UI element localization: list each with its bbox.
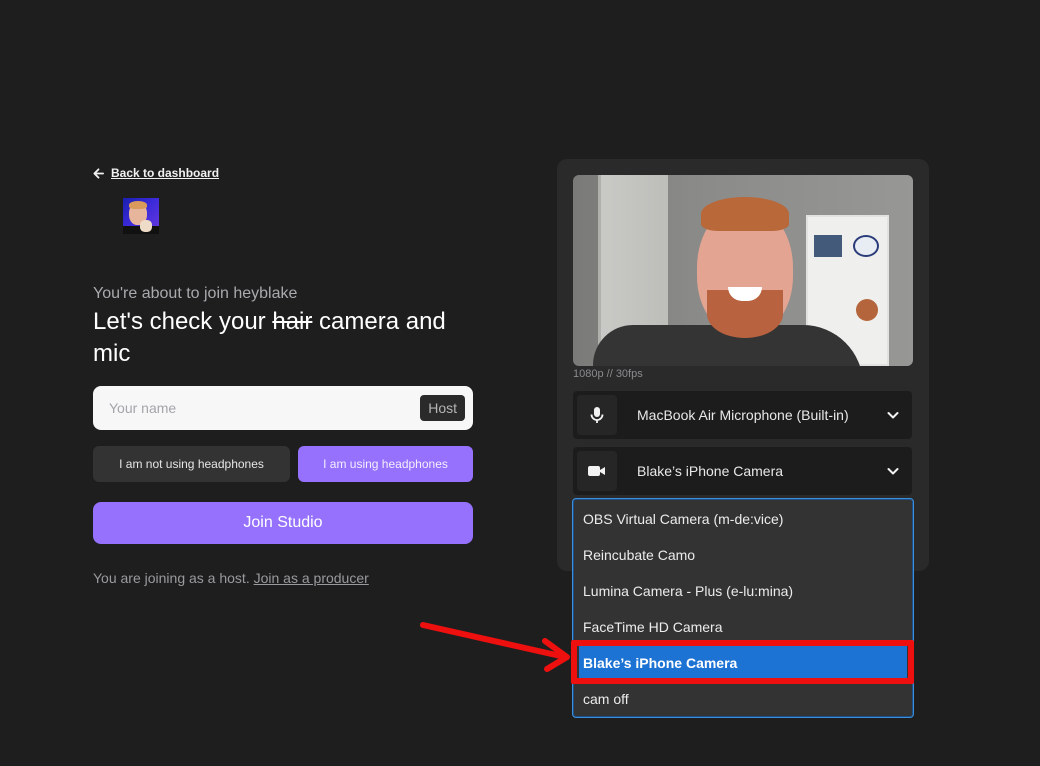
camera-preview-video (573, 175, 913, 366)
annotation-arrow-icon (420, 622, 570, 672)
camera-options-list[interactable]: OBS Virtual Camera (m-de:vice) Reincubate… (572, 498, 914, 718)
camera-option[interactable]: cam off (573, 681, 913, 717)
joining-note: You are joining as a host. Join as a pro… (93, 570, 369, 586)
using-headphones-button[interactable]: I am using headphones (298, 446, 473, 482)
microphone-icon (577, 395, 617, 435)
camera-option[interactable]: Reincubate Camo (573, 537, 913, 573)
chevron-down-icon (887, 412, 899, 419)
microphone-select[interactable]: MacBook Air Microphone (Built-in) (573, 391, 912, 439)
join-as-producer-link[interactable]: Join as a producer (254, 570, 369, 586)
name-input[interactable] (109, 400, 421, 416)
camera-select[interactable]: Blake’s iPhone Camera (573, 447, 912, 495)
page-title: Let's check your hair camera and mic (93, 306, 483, 370)
chevron-down-icon (887, 468, 899, 475)
camera-option[interactable]: OBS Virtual Camera (m-de:vice) (573, 501, 913, 537)
joining-note-text: You are joining as a host. (93, 570, 254, 586)
camera-option[interactable]: FaceTime HD Camera (573, 609, 913, 645)
camera-option-selected[interactable]: Blake’s iPhone Camera (579, 645, 907, 681)
back-to-dashboard-label: Back to dashboard (111, 166, 220, 180)
camera-option[interactable]: Lumina Camera - Plus (e-lu:mina) (573, 573, 913, 609)
role-badge: Host (420, 395, 465, 421)
avatar (123, 198, 159, 234)
video-resolution-label: 1080p // 30fps (573, 368, 643, 380)
microphone-select-value: MacBook Air Microphone (Built-in) (637, 407, 849, 423)
back-to-dashboard-link[interactable]: Back to dashboard (93, 166, 219, 180)
arrow-left-icon (93, 167, 104, 179)
join-subtitle: You're about to join heyblake (93, 285, 298, 302)
video-camera-icon (577, 451, 617, 491)
name-field-container: Host (93, 386, 473, 430)
join-studio-button[interactable]: Join Studio (93, 502, 473, 544)
headline-struck-word: hair (272, 308, 313, 335)
not-using-headphones-button[interactable]: I am not using headphones (93, 446, 290, 482)
headline-prefix: Let's check your (93, 308, 273, 335)
camera-select-value: Blake’s iPhone Camera (637, 463, 784, 479)
